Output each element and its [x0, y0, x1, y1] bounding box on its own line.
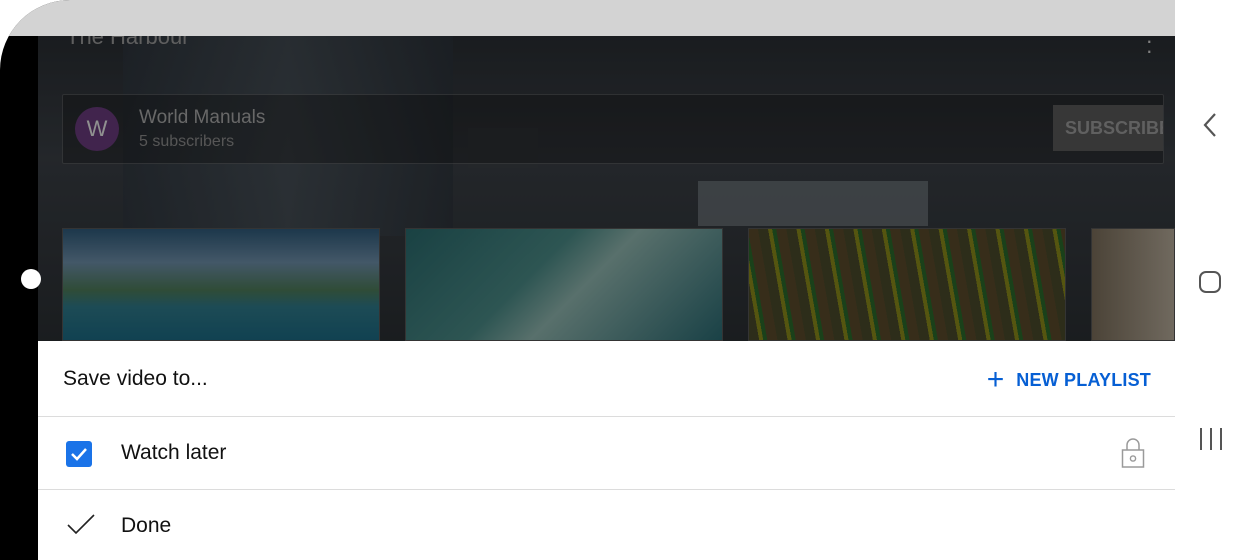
playlist-row-watch-later[interactable]: Watch later — [38, 417, 1175, 490]
scrim-overlay[interactable] — [38, 36, 1175, 341]
home-icon[interactable] — [1199, 271, 1221, 293]
status-bar — [0, 0, 1175, 36]
check-icon — [67, 514, 95, 535]
phone-screen: The Harbour · · W World Manuals 5 subscri… — [0, 0, 1175, 560]
front-camera — [21, 269, 41, 289]
playlist-label: Watch later — [121, 441, 227, 464]
lock-icon — [1121, 438, 1145, 468]
plus-icon: + — [986, 363, 1005, 396]
new-playlist-label: NEW PLAYLIST — [1016, 369, 1151, 390]
save-to-playlist-sheet: Save video to... + NEW PLAYLIST Watch la… — [38, 341, 1175, 560]
back-icon[interactable] — [1199, 110, 1221, 140]
sheet-header: Save video to... + NEW PLAYLIST — [38, 341, 1175, 417]
checkbox-checked-icon[interactable] — [66, 441, 92, 467]
new-playlist-button[interactable]: + NEW PLAYLIST — [987, 365, 1151, 395]
recents-icon[interactable] — [1200, 428, 1222, 452]
done-button[interactable]: Done — [38, 490, 1175, 560]
sheet-title: Save video to... — [63, 367, 208, 390]
done-label: Done — [121, 514, 172, 537]
system-nav-bar — [1175, 0, 1244, 560]
